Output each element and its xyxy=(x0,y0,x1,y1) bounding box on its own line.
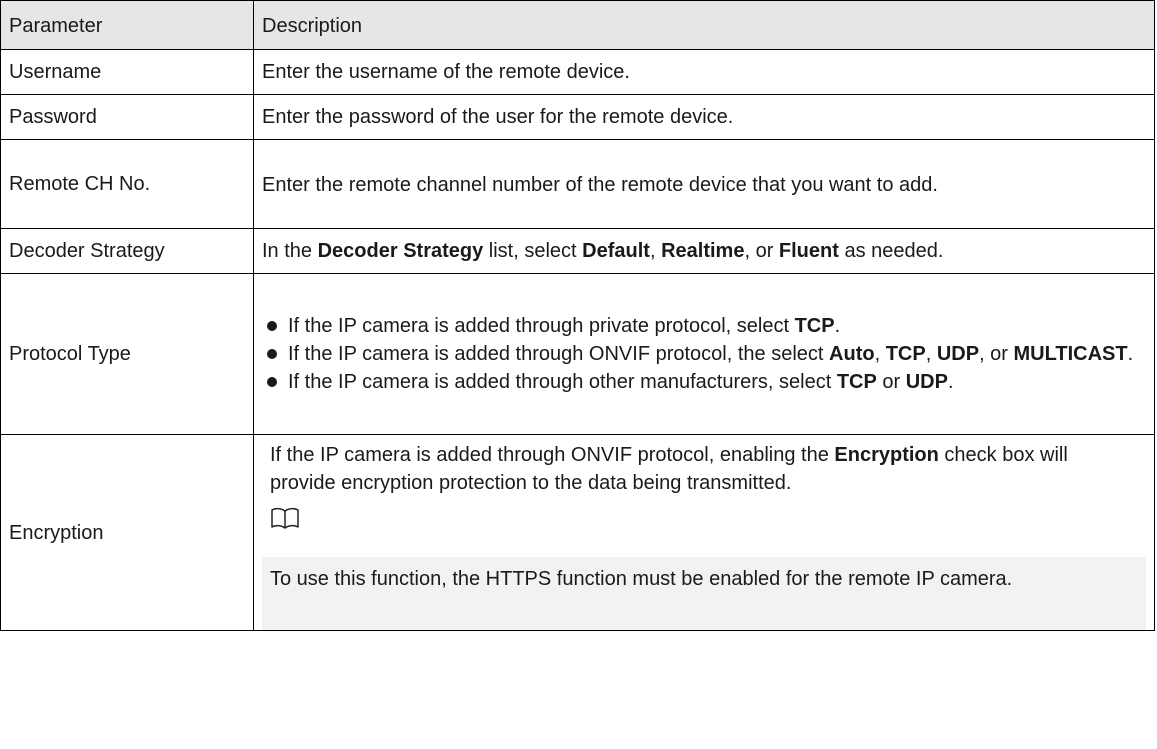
desc-cell: If the IP camera is added through privat… xyxy=(253,273,1155,435)
bullet-icon xyxy=(267,349,277,359)
table-row-protocol-type: Protocol Type If the IP camera is added … xyxy=(0,273,1155,435)
header-row: Parameter Description xyxy=(0,0,1155,50)
header-description: Description xyxy=(253,0,1155,50)
table-row-username: Username Enter the username of the remot… xyxy=(0,49,1155,95)
note-header xyxy=(262,497,1146,549)
table-row-encryption: Encryption If the IP camera is added thr… xyxy=(0,434,1155,631)
param-cell: Protocol Type xyxy=(0,273,254,435)
param-cell: Encryption xyxy=(0,434,254,631)
header-parameter: Parameter xyxy=(0,0,254,50)
list-item: If the IP camera is added through other … xyxy=(262,368,1146,396)
note-box: To use this function, the HTTPS function… xyxy=(262,557,1146,630)
list-item: If the IP camera is added through ONVIF … xyxy=(262,340,1146,368)
desc-cell: Enter the remote channel number of the r… xyxy=(253,139,1155,229)
table-row-remote-ch: Remote CH No. Enter the remote channel n… xyxy=(0,139,1155,229)
param-cell: Decoder Strategy xyxy=(0,228,254,274)
param-cell: Username xyxy=(0,49,254,95)
bullet-icon xyxy=(267,377,277,387)
param-cell: Password xyxy=(0,94,254,140)
table-row-password: Password Enter the password of the user … xyxy=(0,94,1155,140)
desc-cell: Enter the password of the user for the r… xyxy=(253,94,1155,140)
list-item: If the IP camera is added through privat… xyxy=(262,312,1146,340)
desc-cell: If the IP camera is added through ONVIF … xyxy=(253,434,1155,631)
encryption-description: If the IP camera is added through ONVIF … xyxy=(270,444,1068,494)
bullet-icon xyxy=(267,321,277,331)
parameter-table: Parameter Description Username Enter the… xyxy=(0,0,1155,631)
param-cell: Remote CH No. xyxy=(0,139,254,229)
table-row-decoder-strategy: Decoder Strategy In the Decoder Strategy… xyxy=(0,228,1155,274)
bullet-list: If the IP camera is added through privat… xyxy=(262,312,1146,396)
desc-cell: In the Decoder Strategy list, select Def… xyxy=(253,228,1155,274)
book-icon xyxy=(271,507,299,529)
desc-cell: Enter the username of the remote device. xyxy=(253,49,1155,95)
